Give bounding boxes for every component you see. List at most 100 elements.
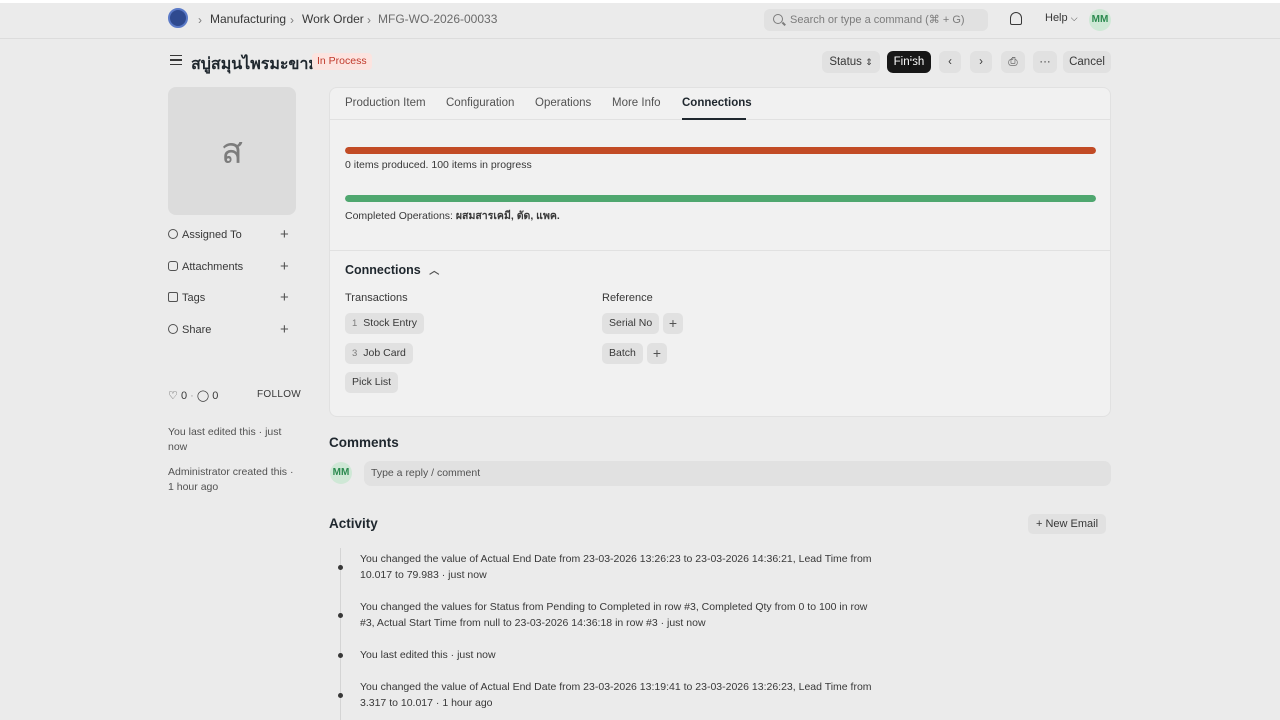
mouse-cursor-icon	[909, 61, 915, 70]
doc-image-placeholder[interactable]: ส	[168, 87, 296, 215]
connection-serial-no[interactable]: Serial No	[602, 313, 660, 334]
search-icon	[773, 14, 783, 24]
printer-icon: ⎙	[1008, 56, 1018, 68]
connection-pick-list[interactable]: Pick List	[345, 372, 399, 393]
activity-entry: You last edited this · just now	[360, 649, 496, 661]
user-icon	[168, 229, 178, 239]
comment-placeholder: Type a reply / comment	[371, 467, 481, 479]
tab-more-info[interactable]: More Info	[612, 97, 661, 109]
chevron-left-icon: ‹	[948, 56, 952, 68]
previous-doc-button[interactable]: ‹	[939, 51, 961, 73]
likes-counter[interactable]: ♡ 0 · ◯ 0	[168, 389, 218, 402]
sidebar-item-label: Attachments	[182, 261, 244, 273]
tab-configuration[interactable]: Configuration	[446, 97, 514, 109]
comment-input[interactable]: Type a reply / comment	[364, 461, 1111, 486]
add-batch-button[interactable]: +	[647, 343, 667, 364]
search-placeholder: Search or type a command (⌘ + G)	[790, 14, 965, 26]
cancel-button[interactable]: Cancel	[1063, 51, 1111, 73]
help-dropdown[interactable]: Help ⌵	[1045, 12, 1078, 24]
reference-label: Reference	[602, 292, 653, 304]
comments-title: Comments	[329, 435, 399, 450]
connection-job-card[interactable]: 3 Job Card	[345, 343, 413, 364]
production-progress-bar	[345, 147, 1096, 154]
comments-count: 0	[212, 390, 219, 402]
tab-production-item[interactable]: Production Item	[345, 97, 426, 109]
production-progress-fill	[345, 147, 1096, 154]
pick-list-label: Pick List	[352, 376, 392, 388]
next-doc-button[interactable]: ›	[970, 51, 992, 73]
comment-avatar: MM	[330, 462, 352, 484]
sidebar-item-assigned-to[interactable]: Assigned To	[168, 229, 242, 241]
page-title: สบู่สมุนไพรมะขาม	[191, 56, 319, 73]
transactions-label: Transactions	[345, 292, 408, 304]
chevron-right-icon: ›	[198, 13, 202, 27]
chevron-right-icon: ›	[979, 56, 983, 68]
chevron-right-icon: ›	[290, 13, 294, 27]
add-share-icon[interactable]: +	[280, 321, 289, 338]
updown-icon: ⇕	[865, 57, 873, 67]
serial-no-label: Serial No	[609, 317, 653, 329]
activity-entry: You changed the values for Status from P…	[360, 601, 868, 629]
tab-connections[interactable]: Connections	[682, 97, 752, 109]
operations-progress-fill	[345, 195, 1096, 202]
paperclip-icon	[168, 261, 178, 271]
share-icon	[168, 324, 178, 334]
help-label: Help	[1045, 12, 1068, 24]
comment-icon: ◯	[196, 390, 210, 402]
add-attachment-icon[interactable]: +	[280, 258, 289, 275]
job-card-count: 3	[352, 348, 358, 359]
new-email-button[interactable]: + New Email	[1028, 514, 1106, 534]
add-assignee-icon[interactable]: +	[280, 226, 289, 243]
timeline-dot	[338, 613, 343, 618]
sidebar-toggle-icon[interactable]	[170, 55, 182, 65]
print-button[interactable]: ⎙	[1001, 51, 1025, 73]
operations-list: ผสมสารเคมี, ตัด, แพค.	[455, 210, 560, 222]
timeline-dot	[338, 653, 343, 658]
sidebar-item-label: Tags	[182, 292, 206, 304]
status-badge: In Process	[312, 53, 372, 70]
timeline-dot	[338, 565, 343, 570]
sidebar-item-attachments[interactable]: Attachments	[168, 261, 243, 273]
add-tag-icon[interactable]: +	[280, 289, 289, 306]
activity-title: Activity	[329, 516, 378, 531]
sidebar-item-share[interactable]: Share	[168, 324, 211, 336]
chevron-down-icon: ⌵	[1070, 13, 1078, 23]
sidebar-item-tags[interactable]: Tags	[168, 292, 205, 304]
notification-bell-icon[interactable]	[1010, 12, 1022, 25]
app-logo-icon[interactable]	[168, 8, 188, 28]
stock-entry-count: 1	[352, 318, 358, 329]
sidebar-item-label: Share	[182, 324, 212, 336]
connection-batch[interactable]: Batch	[602, 343, 643, 364]
tag-icon	[168, 292, 178, 302]
connection-stock-entry[interactable]: 1 Stock Entry	[345, 313, 424, 334]
follow-button[interactable]: FOLLOW	[257, 389, 301, 400]
likes-count: 0	[180, 390, 188, 402]
batch-label: Batch	[609, 347, 636, 359]
more-menu-button[interactable]: ···	[1033, 51, 1057, 73]
breadcrumb-current-doc[interactable]: MFG-WO-2026-00033	[378, 12, 497, 26]
status-dropdown-button[interactable]: Status ⇕	[822, 51, 880, 73]
top-navbar: › Manufacturing › Work Order › MFG-WO-20…	[0, 0, 1280, 39]
operations-progress-bar	[345, 195, 1096, 202]
active-tab-indicator	[682, 118, 746, 120]
connections-section-title[interactable]: Connections ︿	[345, 262, 439, 277]
last-edited-text: You last edited this · just now	[168, 426, 282, 453]
separator-dot: ·	[190, 390, 197, 402]
user-avatar[interactable]: MM	[1089, 9, 1111, 31]
add-serial-no-button[interactable]: +	[663, 313, 683, 334]
activity-entry: You changed the value of Actual End Date…	[360, 681, 872, 709]
connections-title: Connections	[345, 263, 421, 277]
section-divider	[330, 250, 1110, 251]
stock-entry-label: Stock Entry	[363, 317, 417, 329]
ellipsis-icon: ···	[1039, 56, 1051, 68]
search-input[interactable]: Search or type a command (⌘ + G)	[764, 9, 988, 31]
status-button-label: Status	[829, 56, 862, 68]
operations-progress-text: Completed Operations: ผสมสารเคมี, ตัด, แ…	[345, 207, 560, 224]
connections-card	[329, 87, 1111, 417]
breadcrumb-work-order[interactable]: Work Order	[302, 12, 364, 26]
operations-text-prefix: Completed Operations:	[345, 210, 456, 222]
timeline-dot	[338, 693, 343, 698]
breadcrumb-manufacturing[interactable]: Manufacturing	[210, 12, 286, 26]
chevron-right-icon: ›	[367, 13, 371, 27]
tab-operations[interactable]: Operations	[535, 97, 591, 109]
